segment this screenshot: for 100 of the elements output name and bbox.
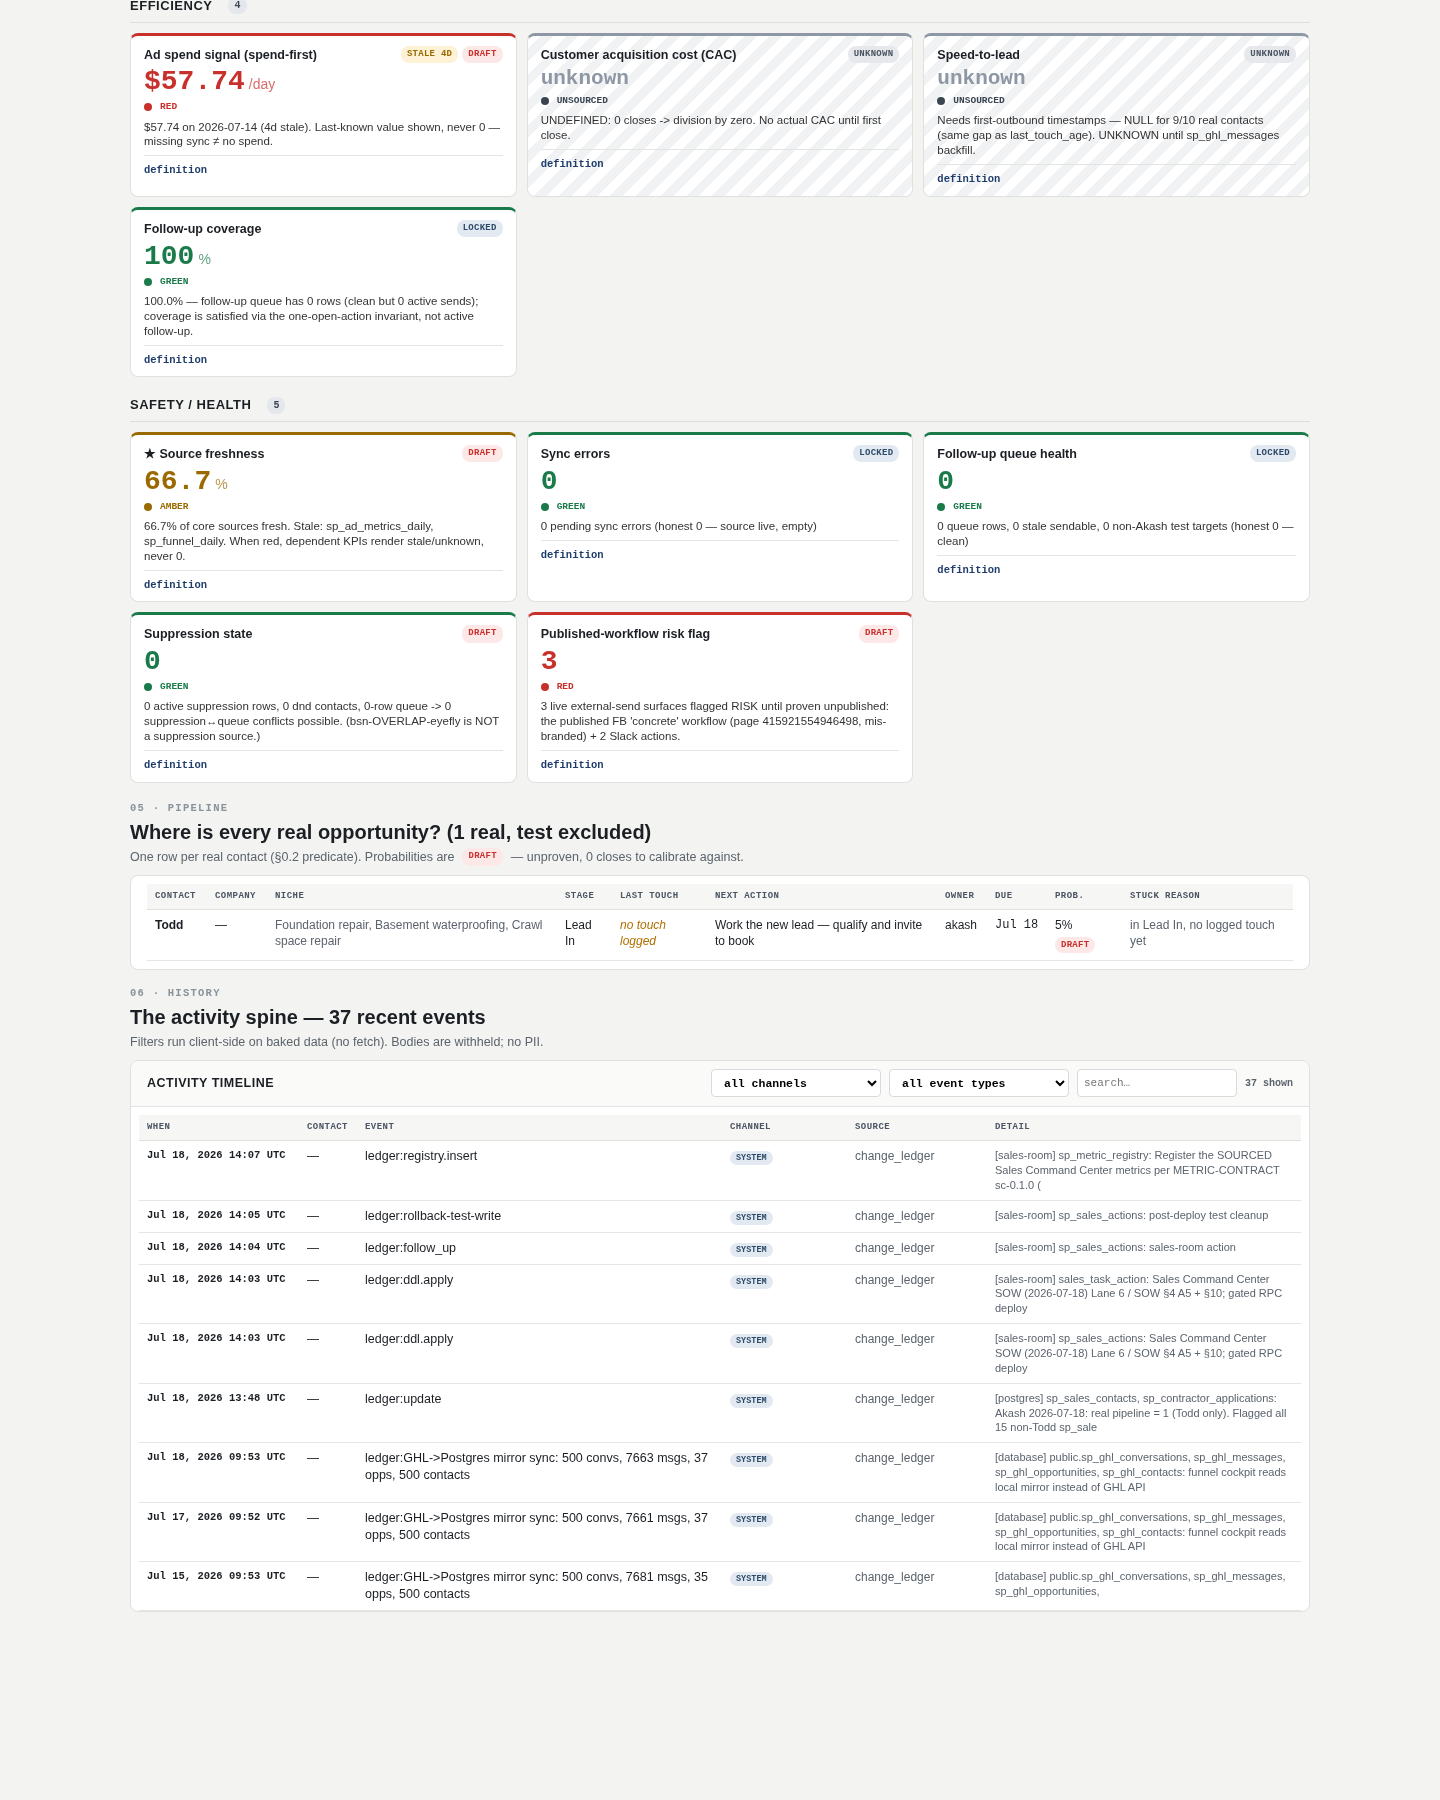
table-cell: akash — [937, 909, 987, 961]
status-tag: UNKNOWN — [1244, 45, 1296, 63]
column-header: SOURCE — [847, 1114, 987, 1141]
status-tag: STALE 4D — [400, 45, 459, 63]
card-title: Follow-up coverage — [144, 220, 262, 238]
card-title: Ad spend signal (spend-first) — [144, 46, 317, 64]
status-label: RED — [556, 680, 574, 695]
column-header: CONTACT — [299, 1114, 357, 1141]
table-cell: Jul 18, 2026 14:07 UTC — [139, 1140, 299, 1201]
definition-link[interactable]: definition — [937, 554, 1296, 579]
table-cell: ledger:update — [357, 1383, 722, 1443]
table-cell: Jul 18, 2026 14:04 UTC — [139, 1232, 299, 1265]
channel-tag: SYSTEM — [730, 1572, 773, 1587]
column-header: WHEN — [139, 1114, 299, 1141]
column-header: LAST TOUCH — [612, 883, 707, 910]
section-subtitle: Filters run client-side on baked data (no fetch). Bodies are withheld; no PII. — [130, 1034, 545, 1052]
section-heading: The activity spine — 37 recent events — [130, 1005, 487, 1030]
definition-link[interactable]: definition — [144, 750, 503, 774]
table-cell: ledger:GHL->Postgres mirror sync: 500 convs, 7681 msgs, 35 opps, 500 contacts — [357, 1561, 722, 1611]
metric-value: unknown — [937, 67, 1026, 91]
metric-note: 0 active suppression rows, 0 dnd contacts, 0-row queue -> 0 suppression↔queue conflicts possible. (bsn-OVERLAP-eyefly is NOT a suppression source.) — [144, 699, 501, 745]
status-tag: DRAFT — [462, 444, 503, 463]
metric-value: 0 — [144, 646, 161, 678]
column-header: DETAIL — [987, 1114, 1301, 1141]
table-cell: — — [299, 1502, 357, 1562]
status-label: RED — [160, 100, 178, 115]
status-label: GREEN — [160, 274, 189, 289]
table-cell: change_ledger — [847, 1323, 987, 1384]
table-cell: ledger:GHL->Postgres mirror sync: 500 convs, 7663 msgs, 37 opps, 500 contacts — [357, 1442, 722, 1503]
table-cell: change_ledger — [847, 1442, 987, 1503]
column-header: STUCK REASON — [1122, 883, 1293, 910]
metric-note: Needs first-outbound timestamps — NULL for 9/10 real contacts (same gap as last_touch_age). UNKNOWN until sp_ghl_messages backfill. — [937, 113, 1281, 159]
search-field[interactable]: search… — [1077, 1069, 1237, 1098]
definition-link[interactable]: definition — [540, 149, 900, 173]
section-title: SAFETY / HEALTH — [130, 396, 252, 415]
table-cell: Jul 18, 2026 13:48 UTC — [139, 1383, 299, 1443]
event-type-filter[interactable]: all event types — [889, 1069, 1069, 1098]
card-title: Published-workflow risk flag — [540, 626, 711, 644]
metric-value: 100 — [144, 240, 195, 272]
status-tag: DRAFT — [462, 45, 503, 63]
table-cell: change_ledger — [847, 1383, 987, 1443]
status-tag: DRAFT — [462, 625, 503, 643]
section-eyebrow: 05 · PIPELINE — [130, 801, 230, 816]
table-cell: change_ledger — [847, 1232, 987, 1265]
unit-label: /day — [248, 76, 276, 93]
definition-link[interactable]: definition — [540, 539, 900, 564]
table-cell: Jul 17, 2026 09:52 UTC — [139, 1502, 299, 1562]
card-title: Follow-up queue health — [937, 445, 1077, 463]
metric-value: 3 — [540, 646, 558, 678]
channel-filter[interactable]: all channels — [711, 1069, 881, 1098]
status-label: GREEN — [556, 499, 586, 514]
unit-label: % — [215, 475, 228, 492]
definition-link[interactable]: definition — [144, 344, 503, 369]
definition-link[interactable]: definition — [937, 164, 1296, 188]
card-title: Suppression state — [144, 626, 253, 644]
table-cell: change_ledger — [847, 1502, 987, 1562]
probability-value: 5% — [1055, 917, 1074, 934]
count-badge: 5 — [267, 396, 286, 414]
metric-note: 0 queue rows, 0 stale sendable, 0 non-Akash test targets (honest 0 — clean) — [937, 518, 1295, 549]
table-cell: — — [299, 1383, 357, 1443]
metric-value: 0 — [937, 465, 955, 497]
status-tag: DRAFT — [462, 848, 503, 866]
definition-link[interactable]: definition — [540, 750, 900, 774]
column-header: STAGE — [557, 883, 612, 910]
panel-title: ACTIVITY TIMELINE — [147, 1074, 275, 1092]
table-cell: Foundation repair, Basement waterproofing, Crawl space repair — [267, 909, 557, 961]
metric-value: 66.7 — [144, 465, 212, 497]
table-cell: ledger:ddl.apply — [357, 1323, 722, 1384]
section-heading: Where is every real opportunity? (1 real, test excluded) — [130, 819, 653, 844]
definition-link[interactable]: definition — [144, 155, 503, 180]
metric-note: UNDEFINED: 0 closes -> division by zero. No actual CAC until first close. — [540, 113, 882, 144]
column-header: NEXT ACTION — [707, 883, 937, 910]
channel-tag: SYSTEM — [730, 1210, 773, 1225]
status-label: AMBER — [160, 499, 189, 514]
table-cell: change_ledger — [847, 1264, 987, 1324]
column-header: EVENT — [357, 1114, 722, 1141]
table-cell: — — [299, 1140, 357, 1201]
status-label: UNSOURCED — [556, 94, 608, 108]
channel-tag: SYSTEM — [730, 1334, 773, 1349]
definition-link[interactable]: definition — [144, 569, 503, 594]
table-cell: [sales-room] sp_sales_actions: post-deploy test cleanup — [987, 1200, 1301, 1233]
table-cell: Jul 18 — [987, 909, 1047, 961]
table-cell: — — [299, 1442, 357, 1503]
table-cell: ledger:follow_up — [357, 1232, 722, 1265]
column-header: CHANNEL — [722, 1114, 847, 1141]
table-cell: ledger:rollback-test-write — [357, 1200, 722, 1233]
table-cell: [sales-room] sp_sales_actions: sales-room action — [987, 1232, 1301, 1265]
metric-note: 100.0% — follow-up queue has 0 rows (clean but 0 active sends); coverage is satisfied via the one-open-action invariant, not active follow-up. — [144, 293, 480, 339]
status-label: GREEN — [953, 499, 982, 514]
metric-note: 0 pending sync errors (honest 0 — source live, empty) — [540, 518, 818, 534]
status-tag: LOCKED — [1249, 444, 1296, 463]
table-cell: in Lead In, no logged touch yet — [1122, 909, 1293, 961]
channel-tag: SYSTEM — [730, 1512, 773, 1527]
table-cell: Jul 18, 2026 14:03 UTC — [139, 1323, 299, 1384]
status-label: GREEN — [160, 680, 189, 695]
channel-tag: SYSTEM — [730, 1151, 773, 1166]
section-title: EFFICIENCY — [130, 0, 213, 15]
section-eyebrow: 06 · HISTORY — [130, 986, 222, 1002]
table-cell: change_ledger — [847, 1140, 987, 1201]
column-header: NICHE — [267, 883, 557, 910]
